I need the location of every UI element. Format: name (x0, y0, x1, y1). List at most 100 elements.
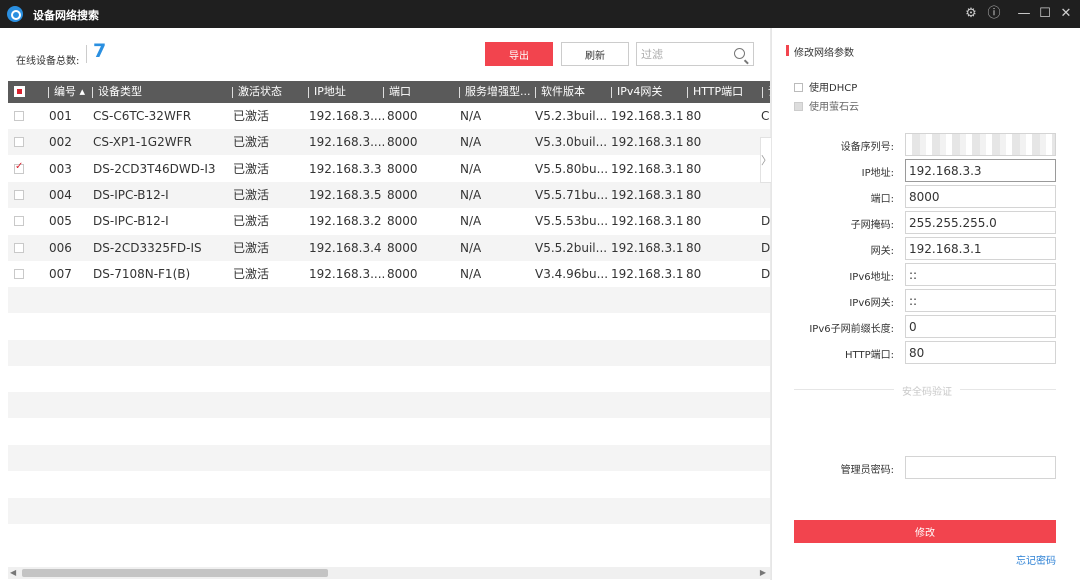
cell-type: DS-2CD3T46DWD-I3 (93, 161, 216, 176)
cell-ip: 192.168.3.2 (309, 214, 382, 229)
column-header[interactable]: 设 (762, 81, 770, 103)
ipv6-prefix-input[interactable] (905, 315, 1056, 338)
column-header[interactable]: 服务增强型... (459, 81, 531, 103)
serial-input[interactable] (905, 133, 1056, 156)
cell-ip: 192.168.3.4 (309, 240, 382, 255)
cell-ip: 192.168.3.3 (309, 161, 382, 176)
cell-svc: N/A (460, 161, 482, 176)
cloud-label: 使用萤石云 (809, 102, 859, 113)
cell-http: 80 (686, 135, 702, 150)
cell-type: CS-XP1-1G2WFR (93, 135, 192, 150)
column-header[interactable]: 编号 ▴ (48, 81, 85, 103)
modify-button[interactable]: 修改 (794, 520, 1056, 543)
empty-row (8, 366, 770, 392)
row-checkbox[interactable] (14, 161, 24, 174)
empty-row (8, 471, 770, 498)
scrollbar-thumb[interactable] (22, 569, 328, 577)
row-checkbox[interactable] (14, 189, 24, 200)
maximize-icon[interactable]: ☐ (1035, 4, 1055, 24)
horizontal-scrollbar[interactable]: ◀ ▶ (8, 567, 770, 579)
cell-ver: V3.4.96bu... (535, 266, 609, 281)
cell-type: DS-IPC-B12-I (93, 214, 169, 229)
table-row[interactable]: 004 DS-IPC-B12-I 已激活 192.168.3.5 8000 N/A V5.5… (8, 181, 770, 208)
ipv6-gateway-label: IPv6网关: (849, 298, 894, 309)
cell-no: 005 (49, 214, 72, 229)
cloud-checkbox[interactable]: 使用萤石云 (794, 98, 859, 113)
dhcp-checkbox[interactable]: 使用DHCP (794, 79, 857, 94)
ip-address-label: IP地址: (861, 168, 894, 179)
column-separator (308, 86, 309, 98)
filter-input[interactable] (641, 46, 729, 62)
row-checkbox[interactable] (14, 216, 24, 227)
online-count-value: 7 (93, 40, 107, 62)
modify-network-panel: 修改网络参数 使用DHCP 使用萤石云 设备序列号: IP地址: 端口: 子网掩码: 网… (771, 28, 1080, 580)
cell-type: DS-7108N-F1(B) (93, 266, 191, 281)
export-button[interactable]: 导出 (485, 42, 553, 66)
cell-gw: 192.168.3.1 (611, 214, 684, 229)
cell-extra: D (761, 214, 770, 229)
gateway-label: 网关: (870, 246, 894, 257)
table-row[interactable]: 001 CS-C6TC-32WFR 已激活 192.168.3.... 8000 N/A V… (8, 103, 770, 129)
row-checkbox[interactable] (14, 268, 24, 279)
column-header[interactable]: 激活状态 (232, 81, 282, 103)
subnet-mask-input[interactable] (905, 211, 1056, 234)
close-icon[interactable]: ✕ (1056, 4, 1076, 24)
cell-port: 8000 (387, 187, 418, 202)
row-checkbox[interactable] (14, 111, 24, 121)
column-header[interactable]: IP地址 (308, 81, 346, 103)
empty-row (8, 339, 770, 366)
admin-password-input[interactable] (905, 456, 1056, 479)
refresh-button[interactable]: 刷新 (561, 42, 629, 66)
row-checkbox[interactable] (14, 242, 24, 253)
cell-port: 8000 (387, 266, 418, 281)
cell-gw: 192.168.3.1 (611, 187, 684, 202)
cell-http: 80 (686, 161, 702, 176)
table-row[interactable]: 006 DS-2CD3325FD-IS 已激活 192.168.3.4 8000 N/A V… (8, 234, 770, 261)
table-row[interactable]: 007 DS-7108N-F1(B) 已激活 192.168.3.... 8000 N/A… (8, 260, 770, 287)
cell-svc: N/A (460, 135, 482, 150)
cell-ip: 192.168.3.5 (309, 187, 382, 202)
cell-status: 已激活 (233, 187, 270, 202)
column-header[interactable]: 软件版本 (535, 81, 585, 103)
http-port-input[interactable] (905, 341, 1056, 364)
minimize-icon[interactable]: — (1014, 4, 1034, 24)
cell-gw: 192.168.3.1 (611, 161, 684, 176)
http-port-label: HTTP端口: (845, 350, 894, 361)
cell-ip: 192.168.3.... (309, 266, 386, 281)
scroll-right-icon[interactable]: ▶ (760, 567, 766, 579)
ipv6-address-label: IPv6地址: (849, 272, 894, 283)
settings-gear-icon[interactable]: ⚙ (961, 4, 981, 24)
cloud-checkbox-box[interactable] (794, 102, 803, 111)
column-header[interactable]: 设备类型 (92, 81, 142, 103)
port-input[interactable] (905, 185, 1056, 208)
empty-row (8, 392, 770, 419)
scroll-left-icon[interactable]: ◀ (10, 567, 16, 579)
select-all-checkbox[interactable] (14, 86, 25, 97)
empty-row (8, 313, 770, 340)
column-header[interactable]: 端口 (383, 81, 411, 103)
app-logo-icon (7, 6, 23, 22)
cell-no: 002 (49, 135, 72, 150)
forgot-password-link[interactable]: 忘记密码 (1016, 552, 1056, 567)
column-separator (48, 86, 49, 98)
cell-http: 80 (686, 240, 702, 255)
ipv6-gateway-input[interactable] (905, 289, 1056, 312)
cell-svc: N/A (460, 266, 482, 281)
ip-address-input[interactable] (905, 159, 1056, 182)
table-row[interactable]: 005 DS-IPC-B12-I 已激活 192.168.3.2 8000 N/A V5.5… (8, 208, 770, 235)
column-header[interactable]: IPv4网关 (611, 81, 662, 103)
cell-type: CS-C6TC-32WFR (93, 109, 192, 123)
row-checkbox[interactable] (14, 137, 24, 148)
cell-status: 已激活 (233, 214, 270, 229)
table-row[interactable]: 003 DS-2CD3T46DWD-I3 已激活 192.168.3.3 8000 N/A… (8, 155, 770, 182)
search-icon[interactable] (734, 48, 745, 59)
cell-no: 003 (49, 161, 72, 176)
column-header[interactable]: HTTP端口 (687, 81, 743, 103)
ipv6-address-input[interactable] (905, 263, 1056, 286)
column-header-label: IP地址 (314, 85, 346, 98)
cell-ver: V5.3.0buil... (535, 135, 608, 150)
table-row[interactable]: 002 CS-XP1-1G2WFR 已激活 192.168.3.... 8000 N/A V… (8, 129, 770, 156)
info-icon[interactable]: ⓘ (984, 4, 1004, 24)
dhcp-checkbox-box[interactable] (794, 83, 803, 92)
gateway-input[interactable] (905, 237, 1056, 260)
